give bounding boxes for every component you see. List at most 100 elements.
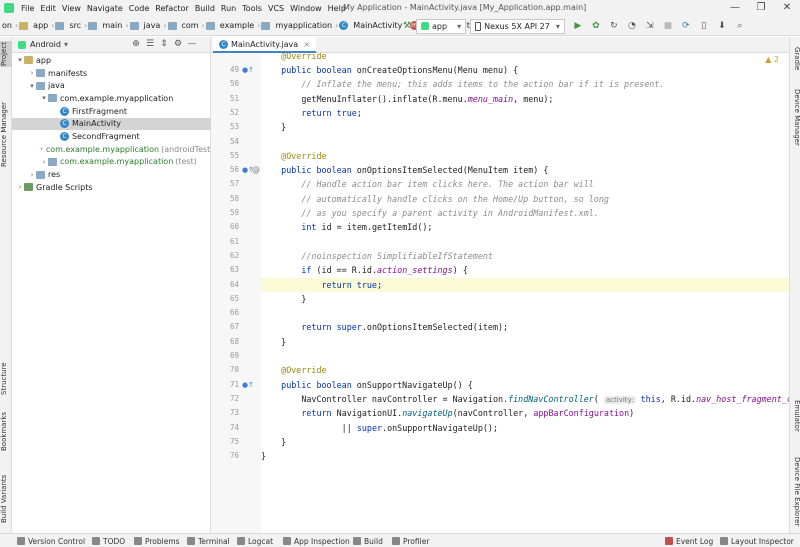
code-line[interactable]: public boolean onOptionsItemSelected(Men… bbox=[261, 163, 789, 177]
chevron-icon[interactable]: ▾ bbox=[28, 82, 36, 90]
sdk-manager-icon[interactable]: ⬇ bbox=[715, 19, 729, 33]
search-icon[interactable]: ⌕ bbox=[733, 19, 747, 33]
tab-structure[interactable]: Structure bbox=[0, 358, 12, 400]
tree-item[interactable]: ▾ java bbox=[12, 79, 211, 92]
code-line[interactable]: } bbox=[261, 449, 789, 463]
code-line[interactable] bbox=[261, 306, 789, 320]
breadcrumb-item[interactable]: src bbox=[67, 21, 83, 30]
code-line[interactable]: // as you specify a parent activity in A… bbox=[261, 206, 789, 220]
tab-project[interactable]: Project bbox=[0, 41, 12, 67]
chevron-icon[interactable]: › bbox=[28, 69, 36, 77]
code-line[interactable]: int id = item.getItemId(); bbox=[261, 220, 789, 234]
breadcrumb-item[interactable]: app bbox=[31, 21, 50, 30]
menu-vcs[interactable]: VCS bbox=[265, 4, 287, 13]
tree-item[interactable]: C SecondFragment bbox=[12, 130, 211, 143]
tab-build-variants[interactable]: Build Variants bbox=[0, 469, 12, 529]
annotation-marker-icon[interactable]: @ bbox=[252, 163, 260, 177]
code-line[interactable]: NavController navController = Navigation… bbox=[261, 392, 789, 406]
tree-item[interactable]: › manifests bbox=[12, 67, 211, 80]
code-line[interactable]: getMenuInflater().inflate(R.menu.menu_ma… bbox=[261, 92, 789, 106]
code-line[interactable]: return true; bbox=[261, 277, 789, 292]
menu-tools[interactable]: Tools bbox=[239, 4, 265, 13]
menu-view[interactable]: View bbox=[59, 4, 84, 13]
run-icon[interactable]: ▶ bbox=[571, 19, 585, 33]
code-line[interactable] bbox=[261, 349, 789, 363]
locate-icon[interactable]: ⊕ bbox=[129, 39, 143, 49]
collapse-all-icon[interactable]: ⇕ bbox=[157, 39, 171, 49]
menu-run[interactable]: Run bbox=[218, 4, 239, 13]
warnings-indicator[interactable]: ▲ 2 bbox=[765, 55, 779, 64]
tree-item[interactable]: › com.example.myapplication (test) bbox=[12, 156, 211, 169]
breadcrumb-item[interactable]: example bbox=[218, 21, 256, 30]
tab-resource-manager[interactable]: Resource Manager bbox=[0, 87, 12, 182]
code-line[interactable]: // automatically handle clicks on the Ho… bbox=[261, 192, 789, 206]
tree-item[interactable]: › com.example.myapplication (androidTest) bbox=[12, 143, 213, 156]
override-marker-icon[interactable]: ●↑ bbox=[242, 63, 254, 77]
chevron-icon[interactable]: › bbox=[16, 183, 24, 191]
maximize-button[interactable]: ❐ bbox=[748, 0, 774, 16]
close-window-button[interactable]: ✕ bbox=[774, 0, 800, 16]
breadcrumb-item[interactable]: on bbox=[0, 21, 14, 30]
code-line[interactable]: //noinspection SimplifiableIfStatement bbox=[261, 249, 789, 263]
project-view-select[interactable]: Android bbox=[30, 40, 61, 49]
menu-window[interactable]: Window bbox=[287, 4, 325, 13]
minimize-button[interactable]: — bbox=[722, 0, 748, 16]
apply-changes-icon[interactable]: ↻ bbox=[607, 19, 621, 33]
tree-item[interactable]: ▾ com.example.myapplication bbox=[12, 92, 211, 105]
code-line[interactable]: public boolean onSupportNavigateUp() { bbox=[261, 378, 789, 392]
build-button[interactable]: Build bbox=[353, 534, 383, 547]
code-line[interactable]: // Inflate the menu; this adds items to … bbox=[261, 77, 789, 91]
override-marker-icon[interactable]: ●↑ bbox=[242, 378, 254, 392]
attach-debugger-icon[interactable]: ⇲ bbox=[643, 19, 657, 33]
breadcrumb-item[interactable]: myapplication bbox=[273, 21, 334, 30]
breadcrumb-item[interactable]: java bbox=[142, 21, 163, 30]
profiler-button[interactable]: Profiler bbox=[392, 534, 429, 547]
logcat-button[interactable]: Logcat bbox=[237, 534, 273, 547]
code-line[interactable]: // Handle action bar item clicks here. T… bbox=[261, 177, 789, 191]
code-line[interactable]: @Override bbox=[261, 149, 789, 163]
code-line[interactable]: } bbox=[261, 435, 789, 449]
tree-item[interactable]: C MainActivity bbox=[12, 117, 211, 131]
sync-icon[interactable]: ⟳ bbox=[679, 19, 693, 33]
tab-bookmarks[interactable]: Bookmarks bbox=[0, 409, 12, 454]
tab-device-file-explorer[interactable]: Device File Explorer bbox=[791, 457, 800, 526]
event-log-button[interactable]: Event Log bbox=[665, 534, 713, 547]
code-line[interactable]: } bbox=[261, 335, 789, 349]
tab-gradle[interactable]: Gradle bbox=[791, 47, 800, 70]
code-line[interactable]: return super.onOptionsItemSelected(item)… bbox=[261, 320, 789, 334]
tree-item[interactable]: ▾ app bbox=[12, 54, 211, 67]
tab-main-activity[interactable]: C MainActivity.java × bbox=[213, 37, 316, 53]
chevron-down-icon[interactable]: ▾ bbox=[64, 40, 68, 49]
menu-navigate[interactable]: Navigate bbox=[84, 4, 126, 13]
tree-item[interactable]: › Gradle Scripts bbox=[12, 181, 211, 194]
menu-code[interactable]: Code bbox=[126, 4, 152, 13]
menu-build[interactable]: Build bbox=[192, 4, 218, 13]
breadcrumb-item[interactable]: main bbox=[100, 21, 124, 30]
run-config-select[interactable]: app ▾ bbox=[416, 18, 467, 34]
debug-icon[interactable]: ✿ bbox=[589, 19, 603, 33]
todo-button[interactable]: TODO bbox=[92, 534, 125, 547]
problems-button[interactable]: Problems bbox=[134, 534, 180, 547]
tree-item[interactable]: C FirstFragment bbox=[12, 105, 211, 118]
chevron-icon[interactable]: › bbox=[40, 158, 48, 166]
chevron-icon[interactable]: › bbox=[40, 145, 43, 153]
menu-refactor[interactable]: Refactor bbox=[152, 4, 192, 13]
code-line[interactable]: return NavigationUI.navigateUp(navContro… bbox=[261, 406, 789, 420]
chevron-icon[interactable]: ▾ bbox=[40, 94, 48, 102]
code-line[interactable]: } bbox=[261, 292, 789, 306]
stop-icon[interactable]: ■ bbox=[661, 19, 675, 33]
close-icon[interactable]: × bbox=[303, 40, 310, 49]
chevron-icon[interactable]: ▾ bbox=[16, 56, 24, 64]
chevron-icon[interactable]: › bbox=[28, 171, 36, 179]
code-line[interactable] bbox=[261, 135, 789, 149]
device-manager-icon[interactable]: ▯ bbox=[697, 19, 711, 33]
code-line[interactable]: @Override bbox=[261, 363, 789, 377]
tab-emulator[interactable]: Emulator bbox=[791, 400, 800, 432]
hammer-icon[interactable]: ⚒ bbox=[400, 19, 414, 33]
device-select[interactable]: Nexus 5X API 27 ▾ bbox=[470, 18, 565, 34]
code-line[interactable]: } bbox=[261, 120, 789, 134]
breadcrumb-item[interactable]: com bbox=[180, 21, 201, 30]
override-marker-icon[interactable]: ●↑ bbox=[242, 163, 254, 177]
menu-edit[interactable]: Edit bbox=[37, 4, 59, 13]
menu-file[interactable]: File bbox=[18, 4, 37, 13]
